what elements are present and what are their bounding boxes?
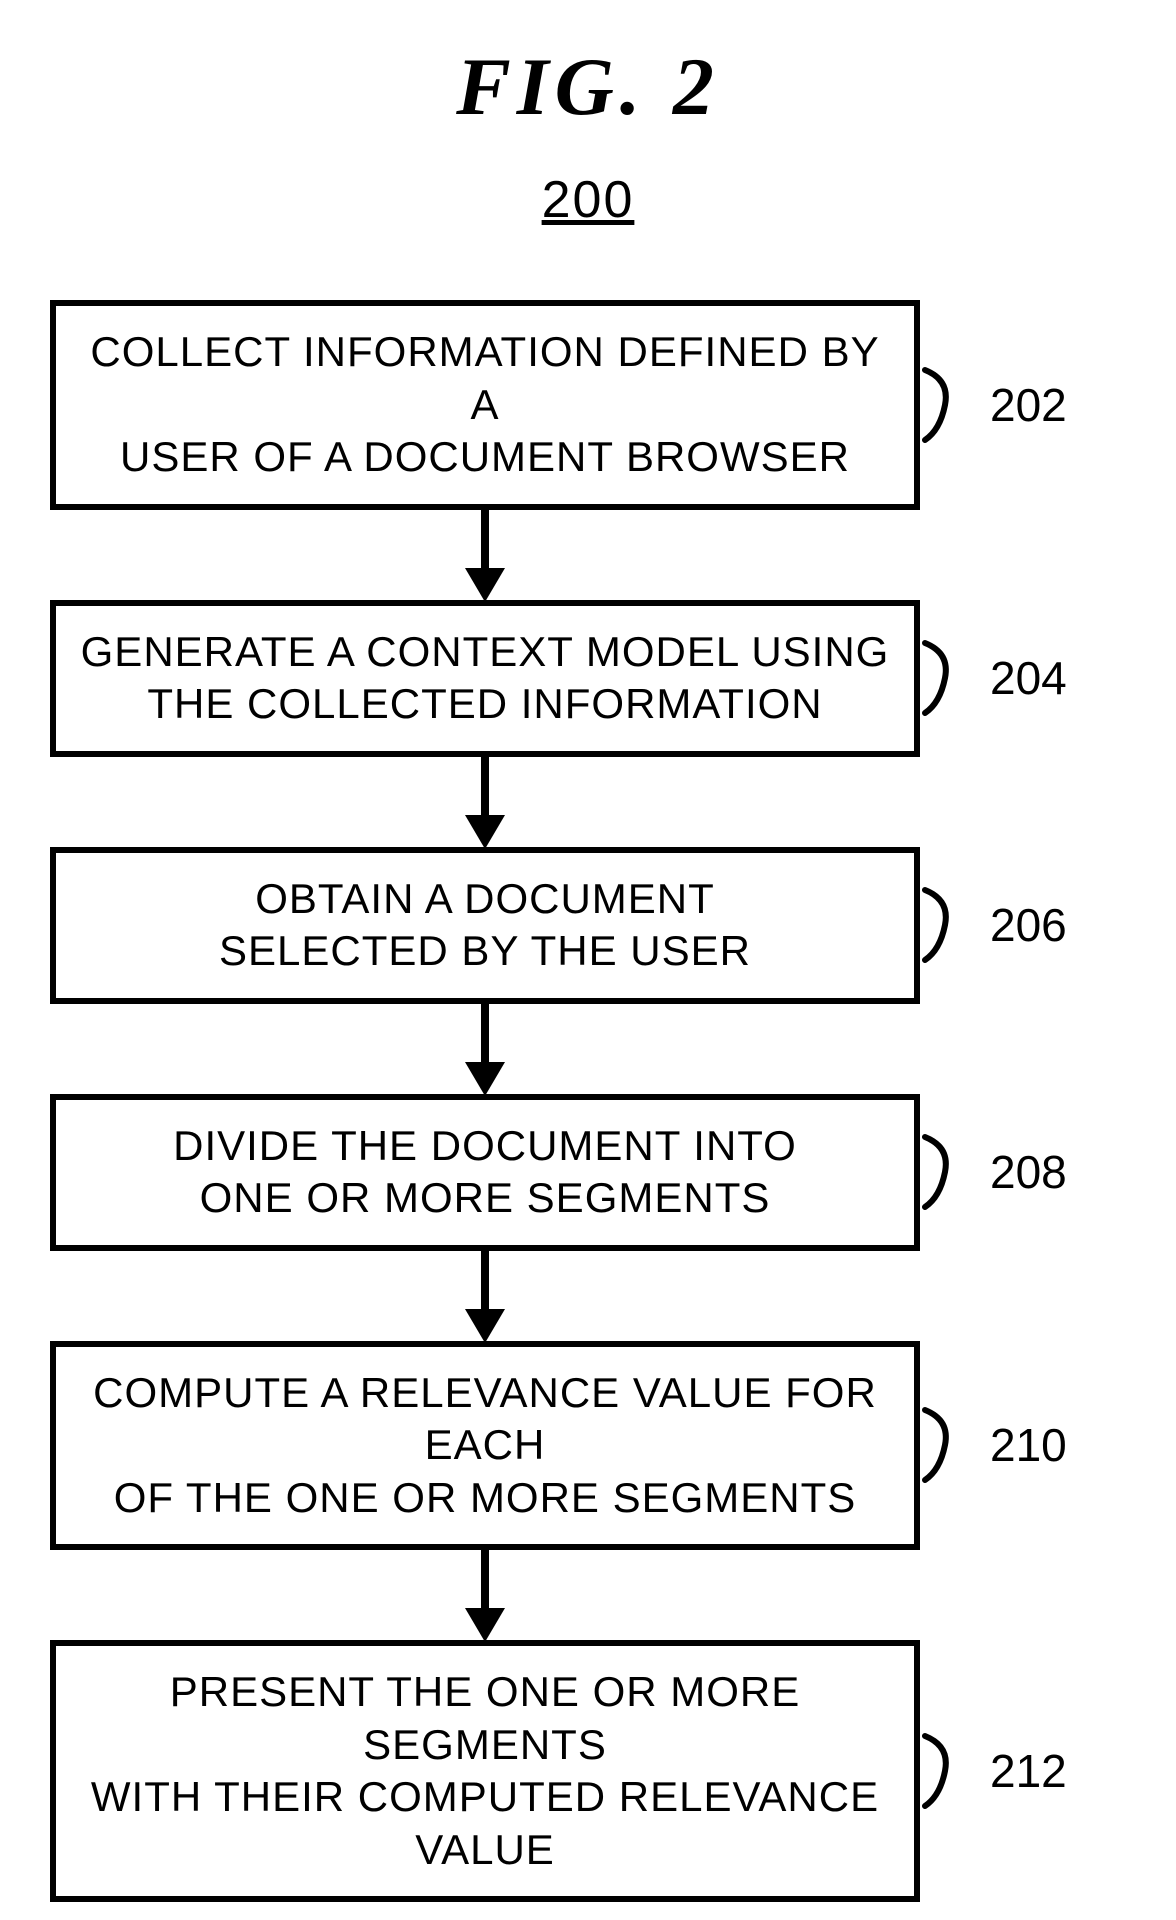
- ref-label: 204: [990, 651, 1067, 705]
- step-text-line1: DIVIDE THE DOCUMENT INTO: [173, 1122, 797, 1169]
- flow-arrow: [50, 1004, 920, 1094]
- leader-curve-icon: [920, 1400, 980, 1490]
- step-text-line2: WITH THEIR COMPUTED RELEVANCE VALUE: [91, 1773, 879, 1873]
- ref-wrap: 206: [920, 898, 1100, 952]
- step-box-206: OBTAIN A DOCUMENT SELECTED BY THE USER: [50, 847, 920, 1004]
- step-text-line1: COMPUTE A RELEVANCE VALUE FOR EACH: [93, 1369, 877, 1469]
- flow-arrow: [50, 1251, 920, 1341]
- leader-curve-icon: [920, 1726, 980, 1816]
- figure-title: FIG. 2: [0, 40, 1176, 134]
- step-box-212: PRESENT THE ONE OR MORE SEGMENTS WITH TH…: [50, 1640, 920, 1902]
- flow-arrow: [50, 1550, 920, 1640]
- ref-label: 208: [990, 1145, 1067, 1199]
- step-box-204: GENERATE A CONTEXT MODEL USING THE COLLE…: [50, 600, 920, 757]
- flow-step: GENERATE A CONTEXT MODEL USING THE COLLE…: [50, 600, 1126, 757]
- ref-label: 212: [990, 1744, 1067, 1798]
- step-text-line2: OF THE ONE OR MORE SEGMENTS: [114, 1474, 857, 1521]
- flow-arrow: [50, 757, 920, 847]
- ref-label: 202: [990, 378, 1067, 432]
- ref-wrap: 208: [920, 1145, 1100, 1199]
- figure-page: FIG. 2 200 COLLECT INFORMATION DEFINED B…: [0, 0, 1176, 1920]
- ref-label: 210: [990, 1418, 1067, 1472]
- flow-step: COMPUTE A RELEVANCE VALUE FOR EACH OF TH…: [50, 1341, 1126, 1551]
- step-text-line2: ONE OR MORE SEGMENTS: [200, 1174, 771, 1221]
- leader-curve-icon: [920, 880, 980, 970]
- arrow-down-icon: [455, 755, 515, 851]
- step-box-202: COLLECT INFORMATION DEFINED BY A USER OF…: [50, 300, 920, 510]
- step-box-208: DIVIDE THE DOCUMENT INTO ONE OR MORE SEG…: [50, 1094, 920, 1251]
- step-text-line2: USER OF A DOCUMENT BROWSER: [120, 433, 850, 480]
- flow-step: DIVIDE THE DOCUMENT INTO ONE OR MORE SEG…: [50, 1094, 1126, 1251]
- ref-wrap: 212: [920, 1744, 1100, 1798]
- flowchart: COLLECT INFORMATION DEFINED BY A USER OF…: [50, 300, 1126, 1902]
- arrow-down-icon: [455, 1249, 515, 1345]
- step-text-line1: COLLECT INFORMATION DEFINED BY A: [90, 328, 879, 428]
- figure-number: 200: [0, 170, 1176, 230]
- step-text-line1: PRESENT THE ONE OR MORE SEGMENTS: [170, 1668, 801, 1768]
- leader-curve-icon: [920, 360, 980, 450]
- ref-label: 206: [990, 898, 1067, 952]
- step-box-210: COMPUTE A RELEVANCE VALUE FOR EACH OF TH…: [50, 1341, 920, 1551]
- ref-wrap: 204: [920, 651, 1100, 705]
- flow-step: PRESENT THE ONE OR MORE SEGMENTS WITH TH…: [50, 1640, 1126, 1902]
- step-text-line2: SELECTED BY THE USER: [219, 927, 751, 974]
- step-text-line2: THE COLLECTED INFORMATION: [147, 680, 822, 727]
- flow-step: COLLECT INFORMATION DEFINED BY A USER OF…: [50, 300, 1126, 510]
- ref-wrap: 210: [920, 1418, 1100, 1472]
- leader-curve-icon: [920, 1127, 980, 1217]
- flow-step: OBTAIN A DOCUMENT SELECTED BY THE USER 2…: [50, 847, 1126, 1004]
- arrow-down-icon: [455, 1002, 515, 1098]
- step-text-line1: OBTAIN A DOCUMENT: [255, 875, 715, 922]
- arrow-down-icon: [455, 508, 515, 604]
- ref-wrap: 202: [920, 378, 1100, 432]
- arrow-down-icon: [455, 1548, 515, 1644]
- leader-curve-icon: [920, 633, 980, 723]
- flow-arrow: [50, 510, 920, 600]
- step-text-line1: GENERATE A CONTEXT MODEL USING: [81, 628, 890, 675]
